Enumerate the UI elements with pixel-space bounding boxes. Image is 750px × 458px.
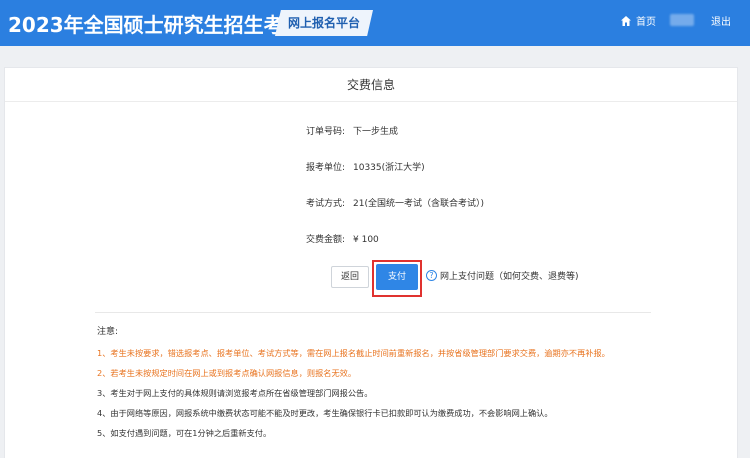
home-icon	[621, 15, 631, 26]
question-icon: ?	[426, 270, 437, 281]
back-button[interactable]: 返回	[331, 266, 369, 288]
exam-mode-label: 考试方式:	[305, 199, 345, 209]
home-link[interactable]: 首页	[620, 13, 656, 28]
fee-amount-label: 交费金额:	[305, 235, 345, 245]
fee-amount-row: 交费金额: ¥ 100	[5, 232, 739, 248]
platform-tag: 网上报名平台	[275, 10, 373, 36]
user-name-blurred	[670, 14, 694, 26]
payment-help-link[interactable]: ? 网上支付问题（如何交费、退费等)	[426, 269, 579, 282]
notes-title: 注意:	[97, 327, 119, 337]
payment-help-label: 网上支付问题（如何交费、退费等)	[440, 272, 579, 282]
order-number-row: 订单号码: 下一步生成	[5, 124, 739, 140]
exam-mode-value: 21(全国统一考试（含联合考试）)	[353, 199, 484, 209]
institution-label: 报考单位:	[305, 163, 345, 173]
note-item: 3、考生对于网上支付的具体规则请浏览报考点所在省级管理部门网报公告。	[97, 388, 373, 398]
site-title: 2023年全国硕士研究生招生考试	[8, 13, 304, 37]
note-item: 4、由于网络等原因，网报系统中缴费状态可能不能及时更改，考生确保银行卡已扣款即可…	[97, 408, 553, 418]
panel-title: 交费信息	[5, 68, 737, 102]
institution-value: 10335(浙江大学)	[353, 163, 425, 173]
note-item: 1、考生未按要求，错选报考点、报考单位、考试方式等，需在网上报名截止时间前重新报…	[97, 348, 610, 358]
institution-row: 报考单位: 10335(浙江大学)	[5, 160, 739, 176]
fee-amount-value: ¥ 100	[353, 235, 379, 245]
top-header: 2023年全国硕士研究生招生考试 网上报名平台 首页 退出	[0, 0, 750, 46]
logout-link[interactable]: 退出	[711, 13, 731, 28]
note-item: 5、如支付遇到问题，可在1分钟之后重新支付。	[97, 428, 272, 438]
order-number-label: 订单号码:	[305, 127, 345, 137]
home-label: 首页	[636, 17, 656, 28]
exam-mode-row: 考试方式: 21(全国统一考试（含联合考试）)	[5, 196, 739, 212]
pay-button[interactable]: 支付	[376, 264, 418, 290]
payment-panel: 交费信息 订单号码: 下一步生成 报考单位: 10335(浙江大学) 考试方式:…	[4, 67, 738, 458]
order-number-value: 下一步生成	[353, 127, 399, 137]
divider	[95, 312, 651, 313]
note-item: 2、若考生未按规定时间在网上或到报考点确认网报信息，则报名无效。	[97, 368, 357, 378]
